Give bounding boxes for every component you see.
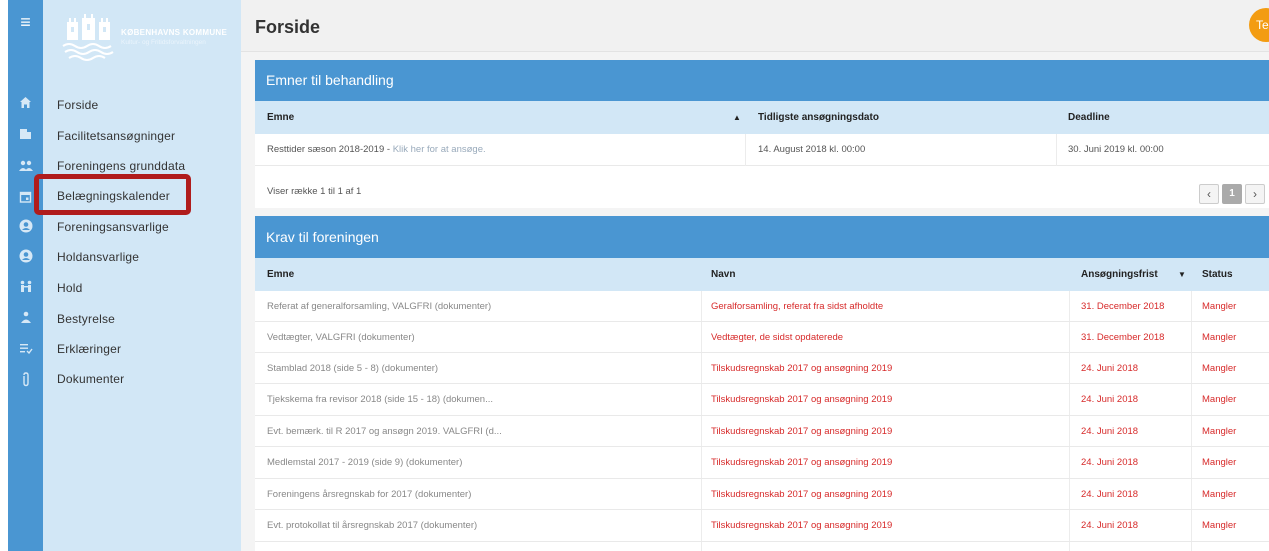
sort-asc-icon[interactable]: ▲ [733, 101, 741, 134]
column-emne[interactable]: Emne [267, 101, 294, 134]
row-navn: Tilskudsregnskab 2017 og ansøgning 2019 [711, 457, 893, 468]
row-navn: Tilskudsregnskab 2017 og ansøgning 2019 [711, 363, 893, 374]
page-1-button[interactable]: 1 [1222, 184, 1242, 204]
avatar[interactable]: Te [1249, 8, 1269, 42]
row-emne[interactable]: Referat af generalforsamling, VALGFRI (d… [267, 291, 491, 322]
logo-subtitle: Kultur- og Fritidsforvaltningen [121, 39, 206, 46]
row-navn: Geralforsamling, referat fra sidst afhol… [711, 301, 884, 312]
sidebar-item-hold[interactable]: Hold [57, 281, 82, 295]
table-row[interactable]: Tjekskema fra revisor 2018 (side 15 - 18… [255, 384, 1269, 416]
sidebar-item-dokumenter[interactable]: Dokumenter [57, 372, 124, 386]
table-row[interactable]: Medlemstal 2017 - 2019 (side 9) (dokumen… [255, 447, 1269, 479]
krav-table-header: Emne Navn Ansøgningsfrist ▼ Status [255, 258, 1269, 291]
table-row[interactable]: Referat af generalforsamling, VALGFRI (d… [255, 291, 1269, 322]
status-badge: Mangler [1202, 426, 1237, 437]
checklist-icon[interactable] [8, 342, 43, 358]
row-frist: 24. Juni 2018 [1081, 363, 1139, 374]
table-row[interactable]: Resttider sæson 2018-2019 - Klik her for… [255, 134, 1269, 166]
sidebar-item-forside[interactable]: Forside [57, 98, 98, 112]
icon-rail: ≡ [8, 0, 43, 551]
sidebar-item-foreningsansvarlige[interactable]: Foreningsansvarlige [57, 220, 169, 234]
paperclip-icon[interactable] [8, 372, 43, 391]
sidebar-item-foreningens-grunddata[interactable]: Foreningens grunddata [57, 159, 185, 173]
krav-panel: Krav til foreningen Emne Navn Ansøgnings… [255, 216, 1269, 551]
top-bar: Forside Te [241, 0, 1269, 52]
group-icon[interactable] [8, 280, 43, 297]
prev-page-button[interactable]: ‹ [1199, 184, 1219, 204]
table-row[interactable]: Stamblad 2018 (side 5 - 8) (dokumenter) … [255, 353, 1269, 384]
status-badge: Mangler [1202, 520, 1237, 531]
row-emne[interactable]: Evt. bemærk. til R 2017 og ansøgn 2019. … [267, 416, 502, 447]
column-emne[interactable]: Emne [267, 258, 294, 291]
emner-panel: Emner til behandling Emne ▲ Tidligste an… [255, 60, 1269, 208]
home-icon[interactable] [8, 96, 43, 113]
highlight-box [34, 174, 191, 215]
status-badge: Mangler [1202, 332, 1237, 343]
table-row[interactable]: Evt. bemærk. til R 2017 og ansøgn 2019. … [255, 416, 1269, 447]
column-ansogningsfrist[interactable]: Ansøgningsfrist [1081, 258, 1158, 291]
status-badge: Mangler [1202, 489, 1237, 500]
row-emne-text: Resttider sæson 2018-2019 - [267, 144, 393, 155]
emner-panel-title: Emner til behandling [255, 60, 1269, 101]
logo-title: KØBENHAVNS KOMMUNE [121, 28, 228, 37]
pagination: ‹ 1 › [1199, 184, 1269, 204]
row-emne[interactable]: Stamblad 2018 (side 5 - 8) (dokumenter) [267, 353, 438, 384]
sidebar-item-holdansvarlige[interactable]: Holdansvarlige [57, 250, 139, 264]
row-emne[interactable]: Tjekskema fra revisor 2018 (side 15 - 18… [267, 384, 493, 416]
user-circle-icon[interactable] [8, 219, 43, 237]
status-badge: Mangler [1202, 301, 1237, 312]
row-navn: Tilskudsregnskab 2017 og ansøgning 2019 [711, 489, 893, 500]
column-divider [1056, 134, 1057, 166]
logo: KØBENHAVNS KOMMUNE Kultur- og Fritidsfor… [61, 12, 251, 64]
sidebar-item-erklaeringer[interactable]: Erklæringer [57, 342, 121, 356]
row-frist: 24. Juni 2018 [1081, 520, 1139, 531]
sort-desc-icon[interactable]: ▼ [1178, 258, 1186, 291]
column-divider [745, 134, 746, 166]
row-emne[interactable]: Medlemstal 2017 - 2019 (side 9) (dokumen… [267, 447, 462, 479]
sidebar-item-bestyrelse[interactable]: Bestyrelse [57, 312, 115, 326]
column-navn[interactable]: Navn [711, 258, 735, 291]
row-navn: Vedtægter, de sidst opdaterede [711, 332, 844, 343]
apply-link[interactable]: Klik her for at ansøge. [393, 144, 486, 155]
row-frist: 24. Juni 2018 [1081, 394, 1139, 405]
row-frist: 24. Juni 2018 [1081, 489, 1139, 500]
status-badge: Mangler [1202, 457, 1237, 468]
status-badge: Mangler [1202, 363, 1237, 374]
row-navn: Tilskudsregnskab 2017 og ansøgning 2019 [711, 520, 893, 531]
table-row[interactable]: Foreningens årsregnskab for 2017 (dokume… [255, 479, 1269, 510]
column-deadline[interactable]: Deadline [1068, 101, 1110, 134]
next-page-button[interactable]: › [1245, 184, 1265, 204]
board-icon[interactable] [8, 311, 43, 328]
emner-table-header: Emne ▲ Tidligste ansøgningsdato Deadline [255, 101, 1269, 134]
hamburger-menu-icon[interactable]: ≡ [8, 12, 43, 32]
row-emne[interactable]: Foreningens årsregnskab for 2017 (dokume… [267, 479, 471, 510]
krav-panel-title: Krav til foreningen [255, 216, 1269, 258]
column-tidligste[interactable]: Tidligste ansøgningsdato [758, 101, 879, 134]
row-emne[interactable]: Vedtægter, VALGFRI (dokumenter) [267, 322, 415, 353]
status-badge: Mangler [1202, 394, 1237, 405]
row-emne: Resttider sæson 2018-2019 - Klik her for… [267, 134, 486, 166]
row-frist: 31. December 2018 [1081, 301, 1165, 312]
sidebar-item-facilitetsansogninger[interactable]: Facilitetsansøgninger [57, 129, 175, 143]
user-circle-icon[interactable] [8, 249, 43, 267]
building-icon[interactable] [8, 127, 43, 144]
row-tidligste: 14. August 2018 kl. 00:00 [758, 144, 866, 155]
table-row[interactable]: Vedtægter, VALGFRI (dokumenter) Vedtægte… [255, 322, 1269, 353]
row-navn: Tilskudsregnskab 2017 og ansøgning 2019 [711, 426, 893, 437]
main-content: Emner til behandling Emne ▲ Tidligste an… [241, 52, 1269, 551]
row-count-text: Viser række 1 til 1 af 1 [267, 186, 362, 197]
row-frist: 24. Juni 2018 [1081, 426, 1139, 437]
table-row[interactable]: Evt. protokollat til årsregnskab 2017 (d… [255, 510, 1269, 542]
row-frist: 31. December 2018 [1081, 332, 1165, 343]
row-emne[interactable]: Evt. protokollat til årsregnskab 2017 (d… [267, 510, 477, 542]
row-deadline: 30. Juni 2019 kl. 00:00 [1068, 144, 1164, 155]
page-title: Forside [255, 17, 321, 37]
column-status[interactable]: Status [1202, 258, 1233, 291]
row-navn: Tilskudsregnskab 2017 og ansøgning 2019 [711, 394, 893, 405]
sidebar: KØBENHAVNS KOMMUNE Kultur- og Fritidsfor… [43, 0, 241, 551]
row-frist: 24. Juni 2018 [1081, 457, 1139, 468]
coat-of-arms-icon [62, 14, 114, 61]
